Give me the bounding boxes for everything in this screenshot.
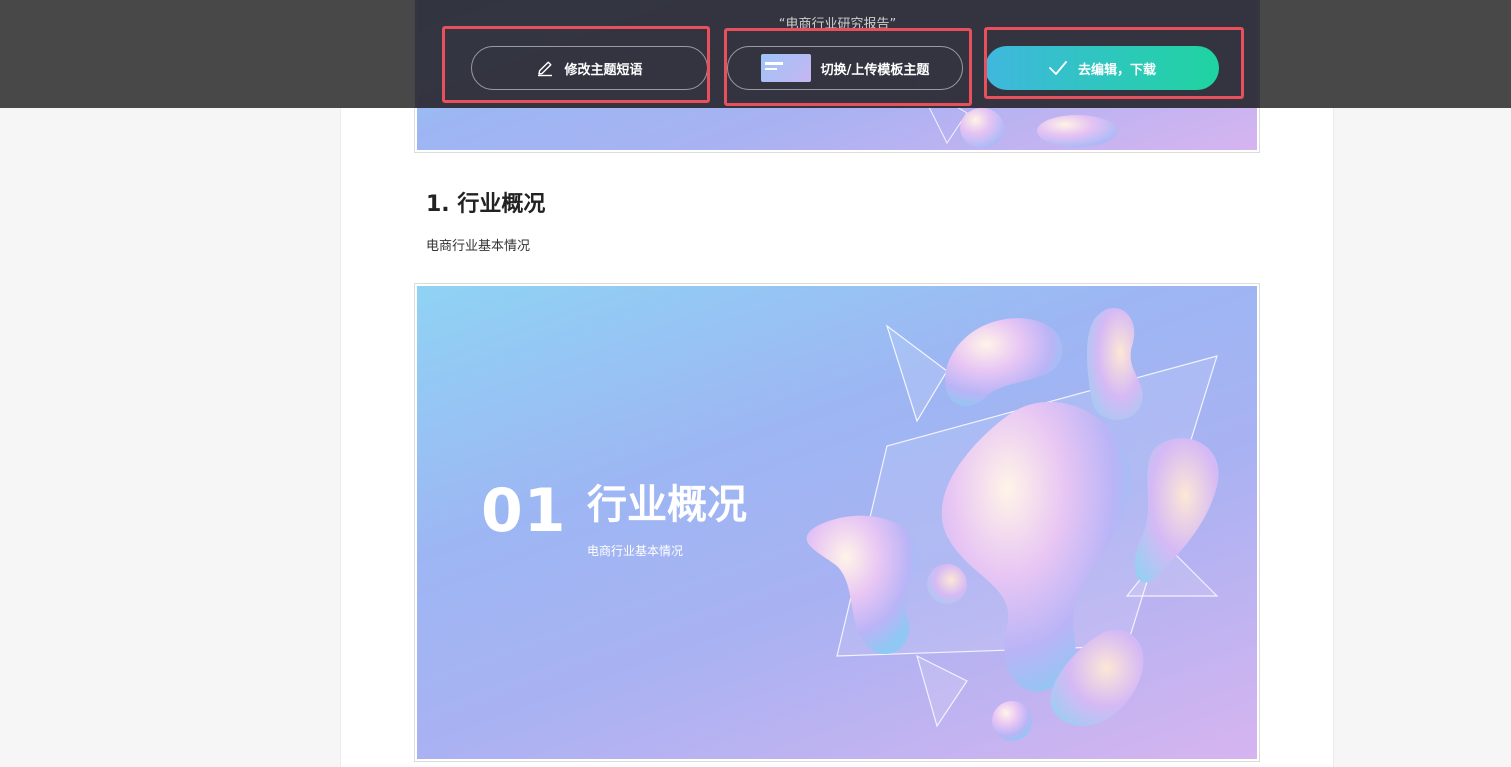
top-toolbar: “电商行业研究报告” 修改主题短语 切换/上传模板主题 去编辑，下载 bbox=[0, 0, 1511, 108]
check-icon bbox=[1049, 61, 1067, 75]
slide-title: 行业概况 bbox=[587, 482, 747, 528]
edit-slogan-button[interactable]: 修改主题短语 bbox=[471, 46, 708, 90]
section-subtitle: 电商行业基本情况 bbox=[426, 239, 531, 254]
edit-download-button[interactable]: 去编辑，下载 bbox=[985, 46, 1219, 90]
edit-download-label: 去编辑，下载 bbox=[1077, 62, 1156, 78]
slide-section-01[interactable]: 01 行业概况 电商行业基本情况 bbox=[414, 283, 1260, 762]
slide-section-canvas: 01 行业概况 电商行业基本情况 bbox=[417, 286, 1257, 759]
pencil-icon bbox=[538, 61, 553, 77]
slide-subtitle: 电商行业基本情况 bbox=[587, 544, 684, 558]
slide-number: 01 bbox=[481, 476, 567, 546]
document-title: “电商行业研究报告” bbox=[778, 17, 897, 32]
template-thumbnail bbox=[760, 54, 811, 82]
section-heading: 1. 行业概况 bbox=[426, 192, 546, 217]
slide-blob-art bbox=[806, 307, 1219, 741]
switch-template-label: 切换/上传模板主题 bbox=[820, 62, 930, 78]
edit-slogan-label: 修改主题短语 bbox=[564, 62, 643, 78]
switch-template-button[interactable]: 切换/上传模板主题 bbox=[727, 46, 963, 90]
